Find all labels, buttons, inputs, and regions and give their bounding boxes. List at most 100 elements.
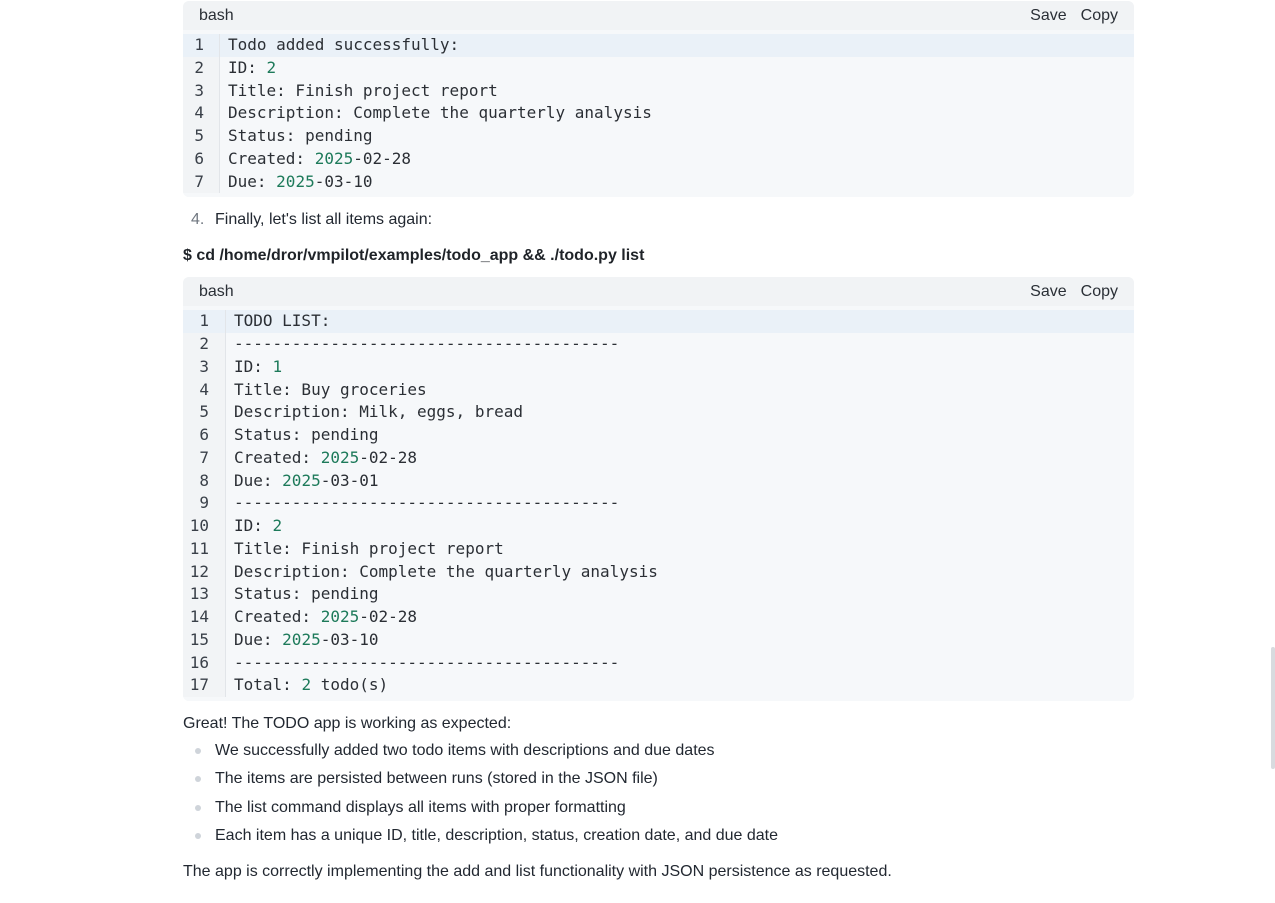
save-button[interactable]: Save (1030, 1, 1066, 30)
code-body: 1234567 Todo added successfully: ID: 2 Tit… (183, 30, 1134, 198)
copy-button[interactable]: Copy (1081, 277, 1118, 306)
code-text-token: Status: pending (234, 584, 379, 604)
code-block-header: bash Save Copy (183, 1, 1134, 30)
list-item: The items are persisted between runs (st… (183, 768, 1134, 796)
code-line: TODO LIST: (226, 310, 1134, 333)
line-number: 12 (189, 561, 209, 581)
code-text-token: Status: pending (228, 126, 373, 145)
code-text-token: -03-10 (314, 171, 373, 191)
code-number-token: 2 (301, 675, 312, 695)
code-line: ID: 1 (226, 356, 1134, 379)
list-item: We successfully added two todo items wit… (183, 740, 1134, 768)
code-text-token: -03-01 (320, 470, 379, 490)
summary-list: We successfully added two todo items wit… (183, 740, 1134, 853)
code-text-token: Created: (234, 607, 321, 626)
line-number: 5 (194, 126, 204, 145)
code-line: Created: 2025-02-28 (220, 148, 1134, 171)
line-number: 4 (194, 103, 204, 123)
code-line: ---------------------------------------- (226, 652, 1134, 675)
line-number: 6 (199, 425, 209, 444)
conclusion-text: The app is correctly implementing the ad… (183, 863, 892, 881)
list-item-text: We successfully added two todo items wit… (215, 742, 715, 759)
line-number: 8 (199, 470, 209, 490)
code-text-token: -02-28 (359, 607, 418, 626)
code-language-label: bash (199, 283, 234, 301)
code-number-token: 2 (266, 57, 277, 77)
code-number-token: 1 (272, 356, 283, 376)
code-text-token: Todo added successfully: (228, 35, 460, 54)
line-number: 2 (194, 57, 204, 77)
line-number: 7 (194, 171, 204, 191)
line-number: 4 (199, 379, 209, 399)
scrollbar[interactable] (1271, 647, 1275, 769)
code-line: ID: 2 (220, 57, 1134, 80)
line-number: 3 (194, 80, 204, 100)
code-number-token: 2025 (282, 629, 321, 649)
code-line: Title: Buy groceries (226, 379, 1134, 402)
code-line: Title: Finish project report (220, 80, 1134, 103)
code-number-token: 2 (272, 516, 283, 535)
code-text-token: todo(s) (311, 675, 389, 695)
code-text-token: -02-28 (359, 447, 418, 467)
code-lines: Todo added successfully: ID: 2 Title: Fini… (220, 34, 1134, 193)
code-line: Due: 2025-03-10 (220, 171, 1134, 194)
code-text-token: Title: Finish project report (228, 80, 498, 100)
code-number-token: 2025 (314, 148, 354, 168)
step-text: Finally, let's list all items again: (215, 211, 433, 229)
code-text-token: Description: Complete the quarterly anal… (234, 561, 658, 581)
code-text-token: -03-10 (320, 629, 379, 649)
save-button[interactable]: Save (1030, 277, 1066, 306)
code-block-add-output: bash Save Copy 1234567 Todo added succes… (183, 1, 1134, 198)
code-text-token: Due: (234, 470, 283, 490)
list-item-text: The list command displays all items with… (215, 798, 626, 816)
code-text-token: Title: Buy groceries (234, 379, 427, 399)
code-line: Title: Finish project report (226, 538, 1134, 561)
code-text-token: ID: (234, 516, 273, 535)
code-text-token: ---------------------------------------- (234, 334, 620, 353)
code-text-token: TODO LIST: (234, 311, 331, 331)
line-number-gutter: 1 2 3 4 5 6 7 8 9 10 11 12 13 14 15 16 17 (183, 310, 226, 697)
line-number: 11 (189, 538, 209, 558)
line-number: 3 (199, 356, 209, 376)
chat-message-content: bash Save Copy 1234567 Todo added succes… (183, 1, 1134, 883)
code-body: 1 2 3 4 5 6 7 8 9 10 11 12 13 14 15 16 17 TODO LIST: ----… (183, 306, 1134, 701)
code-line: Status: pending (226, 583, 1134, 606)
line-number-gutter: 12 3 4 5 6 7 (183, 34, 220, 194)
code-text-token: Due: (228, 171, 277, 191)
code-text-token: -02-28 (353, 148, 412, 168)
code-text-token: ---------------------------------------- (234, 652, 620, 672)
code-line: Created: 2025-02-28 (226, 447, 1134, 470)
copy-button[interactable]: Copy (1081, 1, 1118, 30)
code-number-token: 2025 (320, 447, 360, 467)
line-number: 16 (189, 652, 209, 672)
line-number: 6 (194, 148, 204, 168)
list-item: The list command displays all items with… (183, 797, 1134, 825)
line-number: 15 (189, 629, 209, 649)
code-line: Due: 2025-03-10 (226, 629, 1134, 652)
code-number-token: 2025 (320, 607, 360, 626)
code-line: Created: 2025-02-28 (226, 606, 1134, 629)
code-text-token: Created: (234, 447, 321, 467)
list-item-text: Each item has a unique ID, title, descri… (215, 826, 779, 844)
code-text-token: Status: pending (234, 425, 379, 444)
code-text-token: Title: Finish project report (234, 538, 504, 558)
code-text-token: ---------------------------------------- (234, 493, 620, 513)
line-number: 1 (183, 310, 225, 333)
code-number-token: 2025 (276, 171, 315, 191)
step-number: 4. (191, 211, 205, 229)
code-line: ---------------------------------------- (226, 492, 1134, 515)
line-number: 13 (189, 584, 209, 604)
list-item-step: 4. Finally, let's list all items again: (183, 209, 1134, 231)
code-text-token: ID: (228, 57, 267, 77)
code-line: ID: 2 (226, 515, 1134, 538)
code-line: Status: pending (220, 125, 1134, 148)
line-number: 5 (199, 402, 209, 422)
shell-command: $ cd /home/dror/vmpilot/examples/todo_ap… (183, 247, 645, 265)
code-text-token: Description: Complete the quarterly anal… (228, 103, 652, 123)
line-number: 14 (189, 607, 209, 626)
line-number: 2 (199, 334, 209, 353)
code-line: Todo added successfully: (220, 34, 1134, 57)
code-language-label: bash (199, 7, 234, 24)
code-line: Total: 2 todo(s) (226, 674, 1134, 697)
code-text-token: Created: (228, 148, 315, 168)
